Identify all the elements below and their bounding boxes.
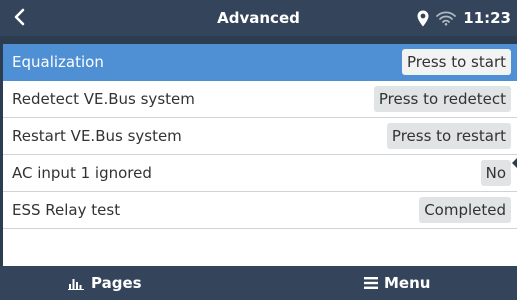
press-to-restart-button[interactable]: Press to restart — [386, 123, 511, 149]
row-label: ESS Relay test — [12, 201, 121, 219]
pages-button[interactable]: Pages — [68, 266, 142, 300]
device-screen: Advanced 11:23 Equalization Press to sta… — [0, 0, 517, 300]
status-value: Completed — [419, 197, 511, 223]
menu-hamburger-icon — [364, 277, 378, 289]
location-pin-icon — [417, 10, 429, 26]
row-label: Equalization — [12, 53, 104, 71]
row-label: AC input 1 ignored — [12, 164, 152, 182]
list-item-equalization[interactable]: Equalization Press to start — [3, 44, 517, 81]
menu-button[interactable]: Menu — [364, 266, 430, 300]
pages-label: Pages — [91, 274, 142, 292]
status-area: 11:23 — [417, 0, 511, 36]
row-label: Restart VE.Bus system — [12, 127, 182, 145]
settings-list: Equalization Press to start Redetect VE.… — [3, 44, 517, 266]
bottom-bar: Pages Menu — [0, 266, 517, 300]
scroll-indicator — [512, 158, 517, 168]
list-item-restart-vebus[interactable]: Restart VE.Bus system Press to restart — [3, 118, 517, 155]
list-item-ess-relay-test[interactable]: ESS Relay test Completed — [3, 192, 517, 229]
status-value: No — [480, 160, 511, 186]
title-bar: Advanced 11:23 — [0, 0, 517, 36]
list-item-ac-input-ignored[interactable]: AC input 1 ignored No — [3, 155, 517, 192]
wifi-icon — [436, 11, 457, 26]
row-label: Redetect VE.Bus system — [12, 90, 195, 108]
press-to-redetect-button[interactable]: Press to redetect — [373, 86, 511, 112]
menu-label: Menu — [384, 274, 431, 292]
press-to-start-button[interactable]: Press to start — [401, 49, 511, 75]
pages-bar-chart-icon — [68, 279, 84, 290]
list-item-redetect-vebus[interactable]: Redetect VE.Bus system Press to redetect — [3, 81, 517, 118]
clock-time: 11:23 — [463, 9, 511, 27]
